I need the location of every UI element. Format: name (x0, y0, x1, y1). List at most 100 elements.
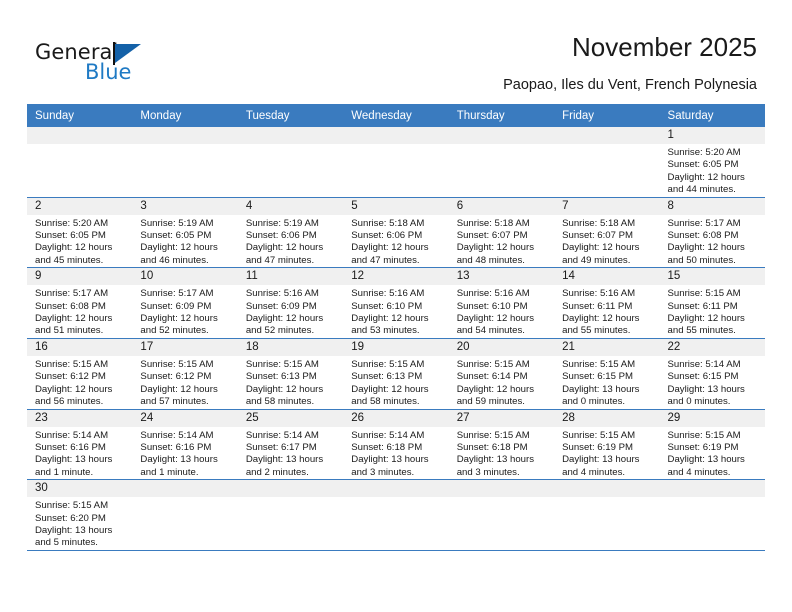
day-cell-content: 4 Sunrise: 5:19 AM Sunset: 6:06 PM Daylight… (237, 197, 344, 268)
day-number: 14 (554, 268, 660, 286)
daylight-text-line2: and 44 minutes. (667, 184, 736, 196)
sunset-text: Sunset: 6:16 PM (140, 441, 212, 453)
calendar-day-cell[interactable]: 24 Sunrise: 5:14 AM Sunset: 6:16 PM Dayligh… (132, 409, 238, 481)
calendar-day-cell[interactable]: 30 Sunrise: 5:15 AM Sunset: 6:20 PM Dayligh… (27, 479, 133, 551)
calendar-day-cell[interactable]: 13 Sunrise: 5:16 AM Sunset: 6:10 PM Dayligh… (448, 267, 555, 339)
calendar-week-row: 9 Sunrise: 5:17 AM Sunset: 6:08 PM Daylight… (27, 267, 765, 339)
calendar-day-cell[interactable]: 17 Sunrise: 5:15 AM Sunset: 6:12 PM Dayligh… (132, 338, 238, 410)
calendar-week-row: 30 Sunrise: 5:15 AM Sunset: 6:20 PM Dayligh… (27, 479, 765, 551)
daylight-text-line2: and 4 minutes. (562, 466, 626, 478)
calendar-day-cell[interactable]: 15 Sunrise: 5:15 AM Sunset: 6:11 PM Dayligh… (659, 267, 765, 339)
sunset-text: Sunset: 6:15 PM (562, 371, 634, 383)
calendar-day-cell[interactable]: 3 Sunrise: 5:19 AM Sunset: 6:05 PM Daylight… (132, 197, 238, 269)
day-cell-content (659, 480, 765, 550)
calendar-day-cell-empty (659, 479, 765, 551)
weekday-header-tuesday: Tuesday (237, 104, 344, 127)
calendar-day-cell[interactable]: 9 Sunrise: 5:17 AM Sunset: 6:08 PM Daylight… (27, 267, 133, 339)
day-number (343, 127, 449, 144)
calendar-day-cell[interactable]: 4 Sunrise: 5:19 AM Sunset: 6:06 PM Daylight… (237, 197, 344, 269)
daylight-text-line1: Daylight: 13 hours (140, 454, 218, 466)
calendar-day-cell[interactable]: 10 Sunrise: 5:17 AM Sunset: 6:09 PM Dayligh… (132, 267, 238, 339)
daylight-text-line1: Daylight: 13 hours (667, 454, 745, 466)
calendar-day-cell[interactable]: 25 Sunrise: 5:14 AM Sunset: 6:17 PM Dayligh… (237, 409, 344, 481)
calendar-day-cell[interactable]: 1 Sunrise: 5:20 AM Sunset: 6:05 PM Daylight… (659, 127, 765, 198)
day-sun-info: Sunrise: 5:16 AM Sunset: 6:10 PM Daylight:… (343, 285, 448, 338)
day-sun-info: Sunrise: 5:16 AM Sunset: 6:09 PM Daylight:… (238, 285, 343, 338)
general-blue-logo[interactable]: General Blue (35, 40, 195, 92)
day-number: 24 (132, 409, 238, 427)
calendar-day-cell[interactable]: 29 Sunrise: 5:15 AM Sunset: 6:19 PM Dayligh… (659, 409, 765, 481)
sunset-text: Sunset: 6:09 PM (245, 300, 317, 312)
sunrise-text: Sunrise: 5:15 AM (351, 358, 425, 370)
calendar-day-cell[interactable]: 21 Sunrise: 5:15 AM Sunset: 6:15 PM Dayligh… (554, 338, 660, 410)
sunset-text: Sunset: 6:15 PM (667, 371, 739, 383)
calendar-day-cell[interactable]: 7 Sunrise: 5:18 AM Sunset: 6:07 PM Daylight… (554, 197, 660, 269)
calendar-day-cell[interactable]: 8 Sunrise: 5:17 AM Sunset: 6:08 PM Daylight… (659, 197, 765, 269)
calendar-day-cell[interactable]: 22 Sunrise: 5:14 AM Sunset: 6:15 PM Dayligh… (659, 338, 765, 410)
calendar-day-cell-empty (554, 479, 660, 551)
daylight-text-line2: and 4 minutes. (667, 466, 731, 478)
sunrise-text: Sunrise: 5:17 AM (667, 217, 741, 229)
calendar-day-cell[interactable]: 19 Sunrise: 5:15 AM Sunset: 6:13 PM Dayligh… (343, 338, 449, 410)
sunset-text: Sunset: 6:18 PM (351, 441, 423, 453)
day-cell-content: 18 Sunrise: 5:15 AM Sunset: 6:13 PM Dayligh… (237, 338, 344, 409)
day-cell-content: 6 Sunrise: 5:18 AM Sunset: 6:07 PM Daylight… (448, 197, 555, 268)
calendar-day-cell[interactable]: 5 Sunrise: 5:18 AM Sunset: 6:06 PM Daylight… (343, 197, 449, 269)
daylight-text-line2: and 47 minutes. (245, 254, 315, 266)
daylight-text-line1: Daylight: 12 hours (351, 383, 429, 395)
daylight-text-line2: and 59 minutes. (456, 396, 525, 408)
day-number: 12 (343, 268, 449, 286)
day-sun-info: Sunrise: 5:17 AM Sunset: 6:08 PM Daylight:… (660, 215, 765, 268)
day-number: 7 (554, 197, 660, 215)
day-cell-content (554, 480, 660, 550)
daylight-text-line2: and 45 minutes. (35, 254, 104, 266)
weekday-header-row: Sunday Monday Tuesday Wednesday Thursday… (27, 104, 765, 127)
calendar-day-cell[interactable]: 14 Sunrise: 5:16 AM Sunset: 6:11 PM Dayligh… (554, 267, 660, 339)
calendar-day-cell[interactable]: 27 Sunrise: 5:15 AM Sunset: 6:18 PM Dayligh… (448, 409, 555, 481)
weekday-header-friday: Friday (554, 104, 660, 127)
sunrise-text: Sunrise: 5:14 AM (35, 429, 109, 441)
day-cell-content (448, 127, 555, 197)
month-calendar-table: Sunday Monday Tuesday Wednesday Thursday… (27, 104, 765, 551)
day-cell-content: 25 Sunrise: 5:14 AM Sunset: 6:17 PM Dayligh… (237, 409, 344, 480)
day-cell-content (27, 127, 133, 197)
sunrise-text: Sunrise: 5:20 AM (667, 147, 741, 158)
calendar-day-cell[interactable]: 2 Sunrise: 5:20 AM Sunset: 6:05 PM Daylight… (27, 197, 133, 269)
calendar-day-cell[interactable]: 12 Sunrise: 5:16 AM Sunset: 6:10 PM Dayligh… (343, 267, 449, 339)
daylight-text-line1: Daylight: 12 hours (351, 242, 429, 254)
daylight-text-line1: Daylight: 12 hours (456, 313, 535, 325)
calendar-day-cell[interactable]: 6 Sunrise: 5:18 AM Sunset: 6:07 PM Daylight… (448, 197, 555, 269)
daylight-text-line2: and 3 minutes. (351, 466, 415, 478)
day-cell-content: 7 Sunrise: 5:18 AM Sunset: 6:07 PM Daylight… (554, 197, 660, 268)
sunrise-text: Sunrise: 5:14 AM (351, 429, 425, 441)
day-cell-content: 13 Sunrise: 5:16 AM Sunset: 6:10 PM Dayligh… (448, 268, 555, 338)
day-cell-content: 16 Sunrise: 5:15 AM Sunset: 6:12 PM Dayligh… (27, 338, 133, 409)
day-sun-info: Sunrise: 5:14 AM Sunset: 6:16 PM Daylight:… (27, 427, 132, 480)
calendar-day-cell[interactable]: 23 Sunrise: 5:14 AM Sunset: 6:16 PM Dayligh… (27, 409, 133, 481)
sunset-text: Sunset: 6:08 PM (35, 300, 106, 312)
day-sun-info: Sunrise: 5:15 AM Sunset: 6:18 PM Daylight:… (449, 427, 554, 480)
day-sun-info: Sunrise: 5:15 AM Sunset: 6:19 PM Daylight:… (554, 427, 659, 480)
calendar-day-cell[interactable]: 28 Sunrise: 5:15 AM Sunset: 6:19 PM Dayligh… (554, 409, 660, 481)
sunrise-text: Sunrise: 5:15 AM (562, 358, 636, 370)
calendar-week-row: 23 Sunrise: 5:14 AM Sunset: 6:16 PM Dayligh… (27, 409, 765, 481)
calendar-day-cell[interactable]: 11 Sunrise: 5:16 AM Sunset: 6:09 PM Dayligh… (237, 267, 344, 339)
day-number: 22 (659, 338, 765, 356)
day-cell-content (237, 480, 344, 550)
calendar-day-cell[interactable]: 26 Sunrise: 5:14 AM Sunset: 6:18 PM Dayligh… (343, 409, 449, 481)
calendar-day-cell[interactable]: 16 Sunrise: 5:15 AM Sunset: 6:12 PM Dayligh… (27, 338, 133, 410)
daylight-text-line1: Daylight: 12 hours (562, 242, 640, 254)
day-sun-info: Sunrise: 5:17 AM Sunset: 6:09 PM Daylight:… (132, 285, 237, 338)
calendar-day-cell-empty (448, 127, 555, 198)
day-number: 23 (27, 409, 133, 427)
day-number: 11 (237, 268, 344, 286)
sunrise-text: Sunrise: 5:15 AM (140, 358, 214, 370)
sunset-text: Sunset: 6:06 PM (245, 230, 317, 242)
daylight-text-line1: Daylight: 12 hours (140, 242, 218, 254)
daylight-text-line1: Daylight: 13 hours (667, 383, 745, 395)
weekday-header-wednesday: Wednesday (343, 104, 449, 127)
day-number: 19 (343, 338, 449, 356)
calendar-day-cell-empty (132, 127, 238, 198)
calendar-day-cell[interactable]: 18 Sunrise: 5:15 AM Sunset: 6:13 PM Dayligh… (237, 338, 344, 410)
calendar-day-cell[interactable]: 20 Sunrise: 5:15 AM Sunset: 6:14 PM Dayligh… (448, 338, 555, 410)
